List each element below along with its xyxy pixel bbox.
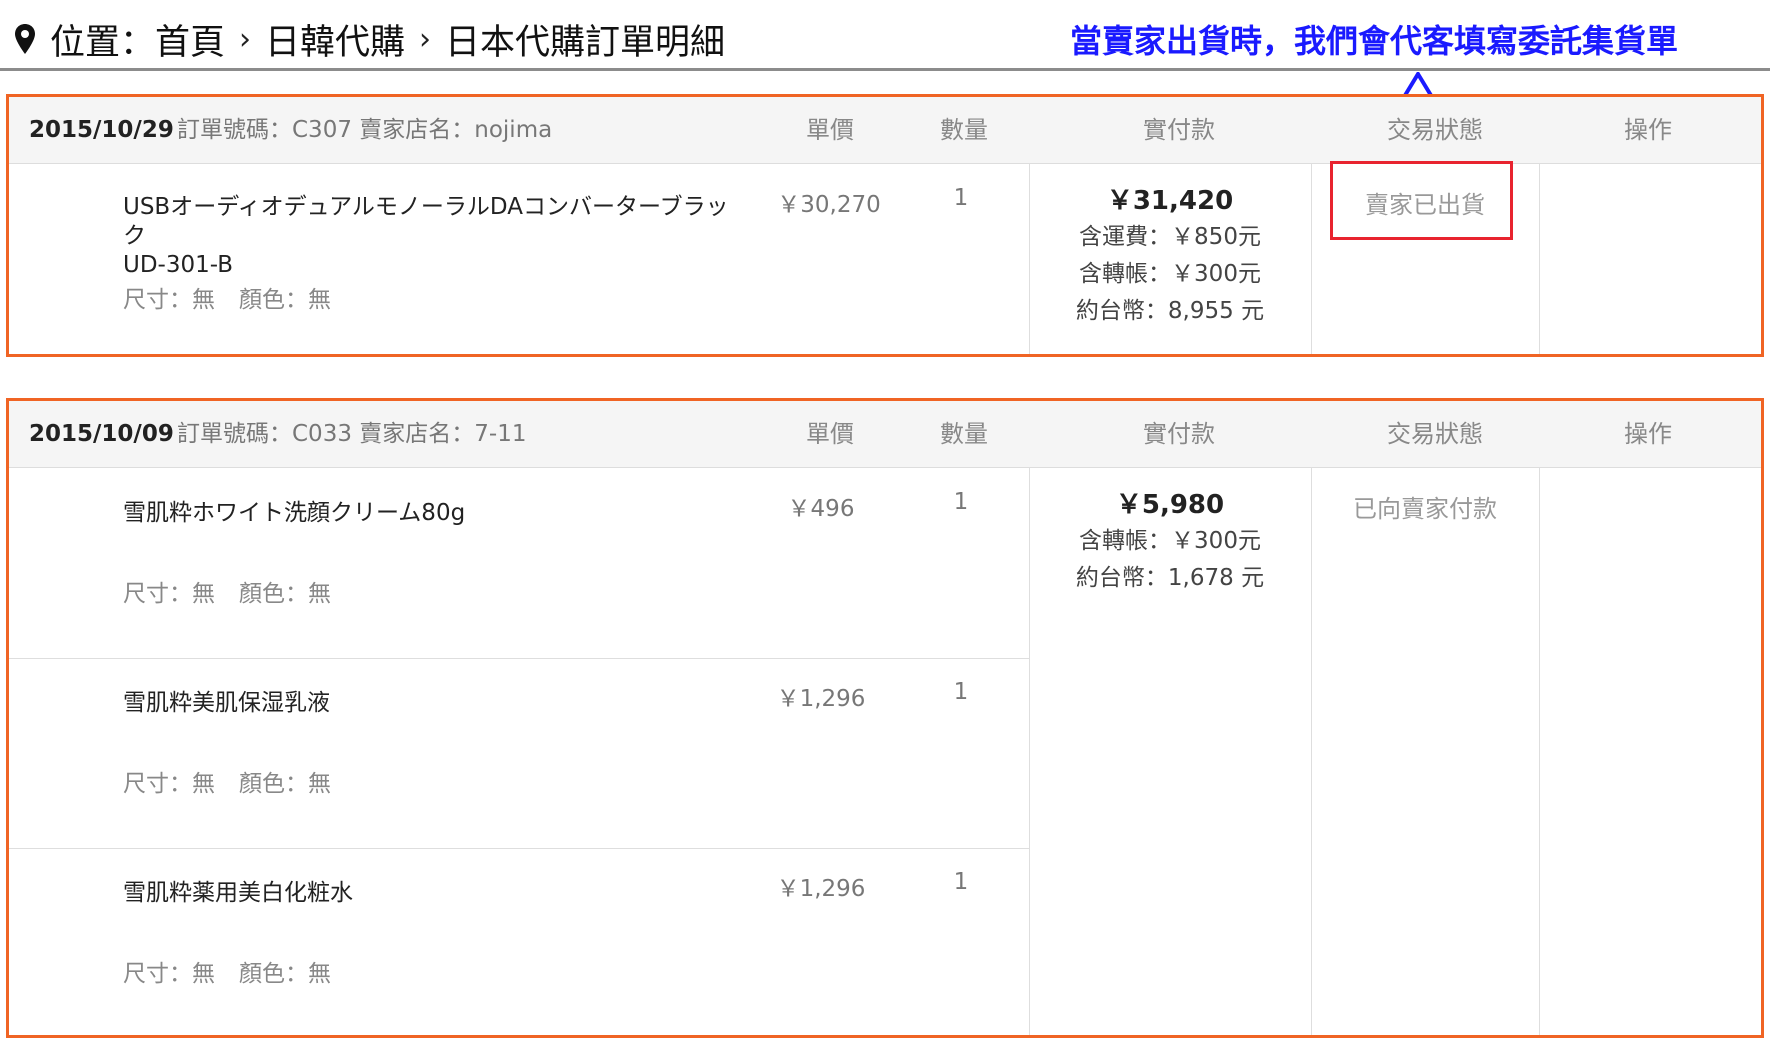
unit-price: ￥1,296 [776,686,866,712]
location-pin-icon [15,24,35,54]
column-actions: 操作 [1624,116,1672,144]
breadcrumb: 位置：首頁 › 日韓代購 › 日本代購訂單明細 [14,14,725,64]
breadcrumb-japan-korea-proxy[interactable]: 日韓代購 [265,14,405,65]
product-size: 尺寸：無 [123,771,215,797]
product-name[interactable]: 雪肌粋ホワイト洗顔クリーム80g [123,499,743,528]
column-status: 交易狀態 [1387,420,1483,448]
column-divider [1539,163,1540,354]
order-status: 已向賣家付款 [1353,495,1497,523]
payment-summary: ￥5,980 含轉帳：￥300元 約台幣：1,678 元 [1029,487,1311,597]
unit-price: ￥30,270 [777,192,881,218]
product-size: 尺寸：無 [123,581,215,607]
payment-twd: 約台幣：1,678 元 [1075,565,1265,591]
breadcrumb-divider [0,68,1770,71]
breadcrumb-separator: › [239,21,252,57]
quantity: 1 [953,869,969,895]
payment-total: ￥31,420 [1106,186,1234,216]
column-unit-price: 單價 [806,420,854,448]
product-name[interactable]: 雪肌粋薬用美白化粧水 [123,879,743,908]
column-paid: 實付款 [1143,116,1215,144]
product-color: 顏色：無 [239,581,331,607]
product-color: 顏色：無 [239,287,331,313]
column-quantity: 數量 [940,116,988,144]
breadcrumb-current-page: 日本代購訂單明細 [445,22,726,63]
column-status: 交易狀態 [1387,116,1483,144]
column-divider [1311,467,1312,1035]
order-card: 2015/10/29 訂單號碼：C307 賣家店名：nojima 單價 數量 實… [6,94,1764,357]
product-color: 顏色：無 [239,961,331,987]
product-name-line: UD-301-B [123,252,234,278]
order-detail-page: 位置：首頁 › 日韓代購 › 日本代購訂單明細 當賣家出貨時，我們會代客填寫委託… [0,0,1770,1038]
product-size: 尺寸：無 [123,961,215,987]
breadcrumb-home[interactable]: 位置：首頁 [50,14,225,65]
column-quantity: 數量 [940,420,988,448]
column-unit-price: 單價 [806,116,854,144]
column-divider [1539,467,1540,1035]
item-divider [9,848,1029,849]
breadcrumb-separator: › [419,21,432,57]
product-attributes: 尺寸：無 顏色：無 [123,954,331,988]
product-size: 尺寸：無 [123,287,215,313]
order-header: 2015/10/09 訂單號碼：C033 賣家店名：7-11 單價 數量 實付款… [9,401,1761,468]
order-meta: 訂單號碼：C033 賣家店名：7-11 [177,421,527,447]
order-header: 2015/10/29 訂單號碼：C307 賣家店名：nojima 單價 數量 實… [9,97,1761,164]
product-name[interactable]: USBオーディオデュアルモノーラルDAコンバーターブラック UD-301-B [123,193,743,280]
annotation-note: 當賣家出貨時，我們會代客填寫委託集貨單 [1070,22,1679,60]
quantity: 1 [953,489,969,515]
status-highlight-box [1330,161,1513,240]
quantity: 1 [953,679,969,705]
product-attributes: 尺寸：無 顏色：無 [123,280,331,314]
product-color: 顏色：無 [239,771,331,797]
unit-price: ￥1,296 [776,876,866,902]
order-card: 2015/10/09 訂單號碼：C033 賣家店名：7-11 單價 數量 實付款… [6,398,1764,1038]
unit-price: ￥496 [787,496,855,522]
item-divider [9,658,1029,659]
payment-total: ￥5,980 [1115,490,1225,520]
payment-summary: ￥31,420 含運費：￥850元 含轉帳：￥300元 約台幣：8,955 元 [1029,183,1311,330]
product-attributes: 尺寸：無 顏色：無 [123,574,331,608]
product-name[interactable]: 雪肌粋美肌保湿乳液 [123,689,743,718]
payment-shipping: 含運費：￥850元 [1079,224,1261,250]
order-date: 2015/10/29 [29,117,174,143]
payment-transfer: 含轉帳：￥300元 [1079,528,1261,554]
column-actions: 操作 [1624,420,1672,448]
payment-twd: 約台幣：8,955 元 [1075,298,1265,324]
column-paid: 實付款 [1143,420,1215,448]
order-meta: 訂單號碼：C307 賣家店名：nojima [177,117,553,143]
order-date: 2015/10/09 [29,421,174,447]
payment-transfer: 含轉帳：￥300元 [1079,261,1261,287]
product-attributes: 尺寸：無 顏色：無 [123,764,331,798]
quantity: 1 [953,185,969,211]
product-name-line: USBオーディオデュアルモノーラルDAコンバーターブラック [123,194,729,249]
